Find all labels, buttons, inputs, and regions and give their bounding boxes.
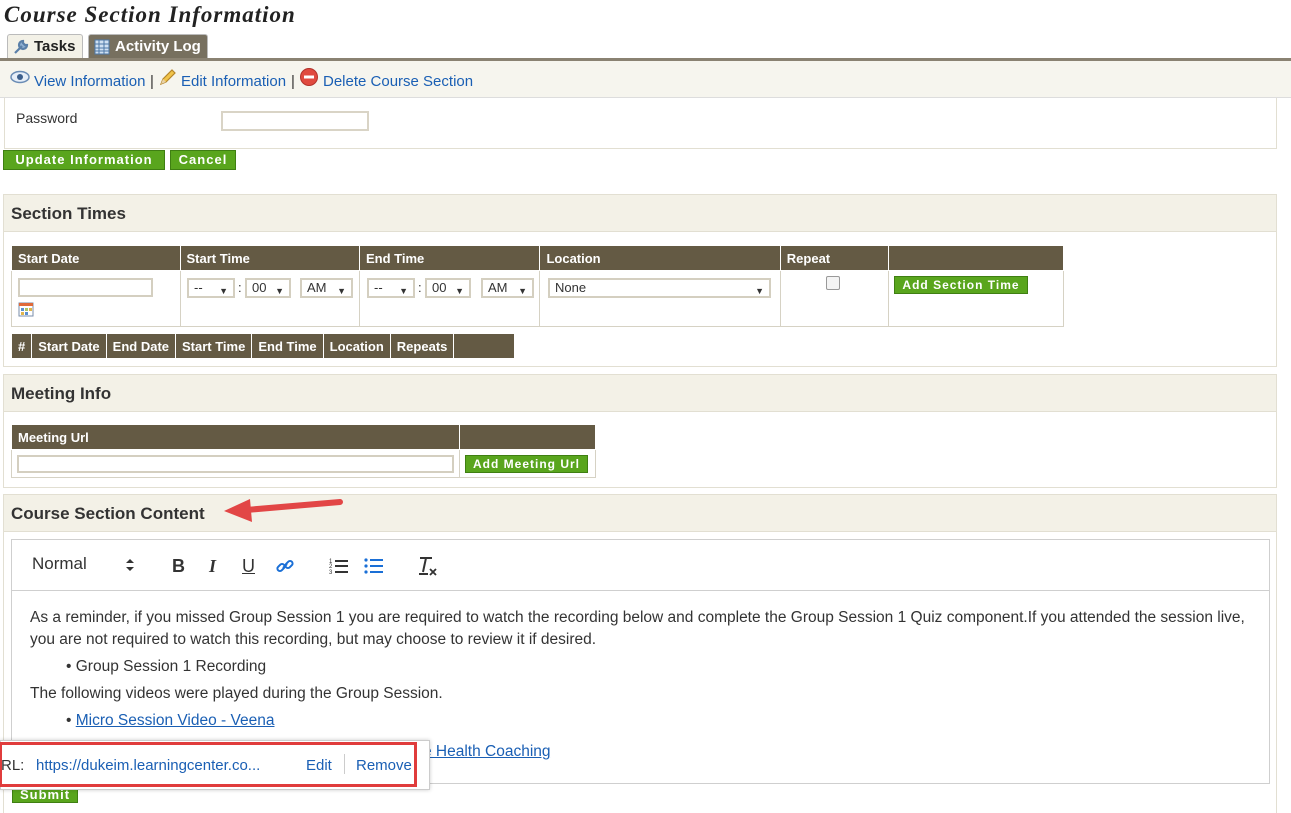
page-title: Course Section Information (4, 2, 296, 27)
wrench-icon (14, 39, 29, 54)
tab-activity-log[interactable]: Activity Log (88, 34, 208, 58)
password-panel (4, 98, 1277, 149)
password-field[interactable] (221, 111, 369, 131)
location-select[interactable]: None ▼ (548, 278, 771, 298)
svg-text:3: 3 (329, 570, 333, 575)
underline-button[interactable]: U (242, 556, 255, 577)
content-paragraph: As a reminder, if you missed Group Sessi… (30, 609, 1245, 648)
micro-session-video-link[interactable]: Micro Session Video - Veena (76, 712, 275, 729)
edit-information-link[interactable]: Edit Information (181, 73, 286, 90)
start-ampm-select[interactable]: AM ▼ (300, 278, 353, 298)
column-header: Location (539, 245, 781, 271)
calendar-icon[interactable] (18, 301, 34, 317)
chevron-down-icon: ▼ (518, 286, 527, 296)
chevron-down-icon: ▼ (275, 286, 284, 296)
ordered-list-icon[interactable]: 123 (329, 557, 349, 575)
link-edit-button[interactable]: Edit (306, 757, 332, 774)
column-header: Start Time (174, 333, 253, 359)
start-date-input[interactable] (18, 278, 153, 297)
pencil-icon (159, 69, 176, 86)
meeting-info-title: Meeting Info (11, 384, 112, 403)
add-section-time-button[interactable]: Add Section Time (894, 276, 1028, 294)
list-item: • Group Session 1 Recording (66, 658, 267, 675)
course-section-content-title: Course Section Content (11, 504, 205, 523)
tab-tasks[interactable]: Tasks (7, 34, 83, 58)
editor-toolbar: Normal B I U 123 (12, 540, 1269, 591)
column-header: Meeting Url (11, 424, 460, 450)
column-header (459, 424, 596, 450)
add-meeting-url-button[interactable]: Add Meeting Url (465, 455, 588, 473)
end-minute-value: 00 (432, 280, 447, 295)
start-minute-value: 00 (252, 280, 267, 295)
action-bar: View Information | Edit Information | De… (0, 61, 1291, 98)
column-header: End Time (251, 333, 324, 359)
eye-icon (10, 70, 30, 84)
start-hour-value: -- (194, 280, 203, 295)
chevron-down-icon: ▼ (755, 286, 764, 296)
repeat-checkbox[interactable] (826, 276, 840, 290)
column-header: Start Date (11, 245, 181, 271)
column-header (887, 245, 1065, 271)
column-header: Start Date (31, 333, 107, 359)
link-icon[interactable] (275, 556, 295, 576)
start-minute-select[interactable]: 00 ▼ (245, 278, 291, 298)
column-header: End Date (105, 333, 177, 359)
tab-activity-log-label: Activity Log (115, 38, 201, 55)
start-hour-select[interactable]: -- ▼ (187, 278, 235, 298)
time-colon: : (238, 280, 242, 295)
end-minute-select[interactable]: 00 ▼ (425, 278, 471, 298)
italic-button[interactable]: I (209, 556, 216, 577)
link-tooltip: RL: https://dukeim.learningcenter.co... … (0, 740, 430, 790)
chevron-down-icon: ▼ (337, 286, 346, 296)
section-times-header: Section Times (4, 195, 1276, 232)
no-entry-icon (300, 68, 318, 86)
separator: | (291, 73, 295, 90)
end-ampm-value: AM (488, 280, 508, 295)
column-header: Location (322, 333, 391, 359)
password-label: Password (16, 110, 78, 126)
editor-content[interactable]: As a reminder, if you missed Group Sessi… (30, 607, 1255, 732)
cancel-button[interactable]: Cancel (170, 150, 236, 170)
chevron-down-icon: ▼ (455, 286, 464, 296)
select-arrows-icon[interactable] (125, 557, 135, 573)
column-header (453, 333, 516, 359)
link-url-preview[interactable]: https://dukeim.learningcenter.co... (36, 757, 260, 774)
column-header: Repeat (779, 245, 889, 271)
delete-course-section-link[interactable]: Delete Course Section (323, 73, 473, 90)
meeting-info-header: Meeting Info (4, 375, 1276, 412)
start-ampm-value: AM (307, 280, 327, 295)
bold-button[interactable]: B (172, 556, 185, 577)
location-value: None (555, 280, 587, 295)
course-section-content-header: Course Section Content (4, 495, 1276, 532)
red-arrow-annotation-icon (224, 499, 343, 522)
end-ampm-select[interactable]: AM ▼ (481, 278, 534, 298)
column-header: End Time (358, 245, 541, 271)
chevron-down-icon: ▼ (219, 286, 228, 296)
column-header: # (10, 333, 33, 359)
link-remove-button[interactable]: Remove (356, 757, 412, 774)
meeting-url-input[interactable] (17, 455, 454, 473)
time-colon: : (418, 280, 422, 295)
health-coaching-link[interactable]: e Health Coaching (423, 743, 551, 761)
divider (344, 754, 345, 774)
column-header: Repeats (389, 333, 455, 359)
bullet-list-icon[interactable] (364, 557, 384, 575)
update-information-button[interactable]: Update Information (3, 150, 165, 170)
section-times-list-table: # Start Date End Date Start Time End Tim… (10, 333, 516, 359)
end-hour-select[interactable]: -- ▼ (367, 278, 415, 298)
tab-tasks-label: Tasks (34, 38, 76, 55)
format-select[interactable]: Normal (32, 554, 87, 574)
separator: | (150, 73, 154, 90)
clear-formatting-icon[interactable] (417, 555, 439, 577)
section-times-title: Section Times (11, 204, 126, 223)
view-information-link[interactable]: View Information (34, 73, 145, 90)
column-header: Start Time (179, 245, 360, 271)
end-hour-value: -- (374, 280, 383, 295)
content-paragraph: The following videos were played during … (30, 685, 443, 702)
calendar-grid-icon (94, 39, 110, 55)
link-url-label: RL: (1, 757, 25, 774)
chevron-down-icon: ▼ (399, 286, 408, 296)
